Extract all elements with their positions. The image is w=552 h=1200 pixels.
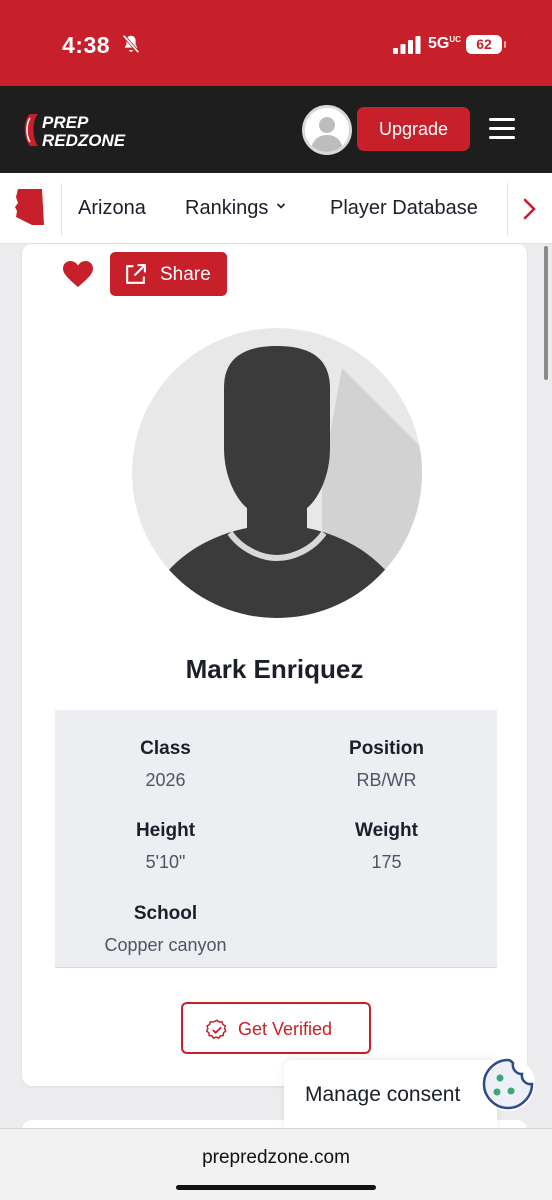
nav-divider — [507, 183, 508, 235]
battery-indicator: 62 — [466, 35, 506, 54]
nav-item-player-database[interactable]: Player Database — [330, 197, 478, 220]
heart-icon[interactable] — [62, 260, 94, 288]
share-label: Share — [160, 264, 211, 285]
player-profile-card: Share Mark Enriquez Class 2026 Position … — [22, 244, 527, 1086]
info-label: Class — [140, 738, 191, 759]
player-photo-placeholder — [132, 328, 422, 618]
manage-consent-tab[interactable]: Manage consent — [284, 1060, 497, 1130]
nav-item-arizona[interactable]: Arizona — [78, 197, 146, 220]
browser-url-bar[interactable]: prepredzone.com — [0, 1128, 552, 1200]
share-icon — [126, 264, 146, 284]
home-indicator[interactable] — [176, 1185, 376, 1190]
info-class: Class 2026 — [55, 738, 276, 791]
get-verified-label: Get Verified — [238, 1019, 333, 1039]
info-height: Height 5'10" — [55, 820, 276, 873]
bell-off-icon — [122, 34, 140, 54]
info-position: Position RB/WR — [276, 738, 497, 791]
signal-icon — [393, 36, 421, 54]
player-info-panel: Class 2026 Position RB/WR Height 5'10" W… — [55, 710, 497, 968]
info-label: Weight — [355, 820, 418, 841]
site-header: PREP REDZONE Upgrade — [0, 86, 552, 173]
network-type: 5GUC — [428, 35, 461, 53]
info-value: 2026 — [145, 770, 186, 790]
info-value: RB/WR — [356, 770, 417, 790]
upgrade-button[interactable]: Upgrade — [357, 107, 470, 151]
url-text[interactable]: prepredzone.com — [0, 1147, 552, 1169]
info-value: 5'10" — [145, 852, 186, 872]
nav-item-label: Rankings — [185, 197, 269, 219]
share-button[interactable]: Share — [110, 252, 227, 296]
arizona-map-icon[interactable] — [14, 187, 46, 227]
menu-icon[interactable] — [489, 118, 515, 140]
info-label: Height — [135, 820, 196, 841]
default-avatar-icon — [305, 108, 349, 152]
state-nav-bar: Arizona Rankings Player Database — [0, 173, 552, 244]
manage-consent-label: Manage consent — [305, 1083, 461, 1106]
network-suffix: UC — [449, 35, 461, 44]
cookie-icon[interactable] — [480, 1056, 536, 1112]
user-avatar[interactable] — [302, 105, 352, 155]
info-weight: Weight 175 — [276, 820, 497, 873]
info-value: Copper canyon — [104, 935, 227, 955]
get-verified-button[interactable]: Get Verified — [181, 1002, 371, 1054]
scrollbar-thumb[interactable] — [544, 246, 548, 380]
status-time: 4:38 — [62, 32, 111, 58]
info-label: Position — [349, 738, 424, 759]
verified-badge-icon — [206, 1019, 227, 1040]
info-label: School — [133, 903, 198, 924]
chevron-down-icon — [277, 203, 286, 209]
logo-text-redzone: REDZONE — [42, 131, 126, 150]
info-value: 175 — [371, 852, 402, 872]
chevron-right-icon[interactable] — [516, 195, 542, 223]
logo-text-prep: PREP — [42, 113, 89, 132]
nav-divider — [61, 183, 62, 235]
nav-item-rankings[interactable]: Rankings — [185, 197, 286, 220]
info-school: School Copper canyon — [55, 903, 276, 956]
network-label: 5G — [428, 35, 450, 52]
status-bar: 4:38 5GUC 62 — [0, 0, 552, 86]
prep-redzone-logo[interactable]: PREP REDZONE — [20, 108, 144, 152]
player-name: Mark Enriquez — [185, 654, 364, 684]
